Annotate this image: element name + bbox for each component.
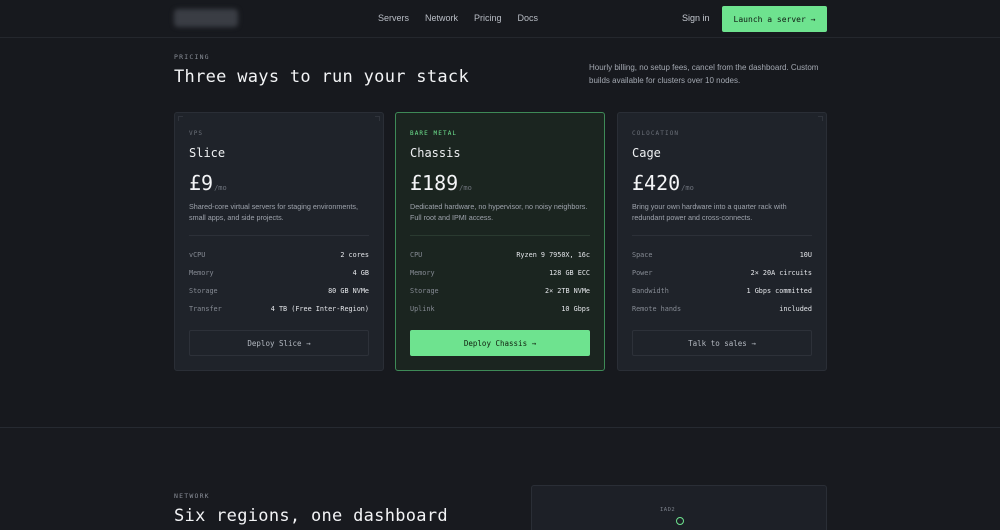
plan-name: Slice <box>189 146 226 160</box>
spec-row: Power 2× 20A circuits <box>632 267 812 279</box>
spec-key: Remote hands <box>632 305 682 313</box>
deploy-chassis-button[interactable]: Deploy Chassis → <box>410 330 590 356</box>
spec-key: Transfer <box>189 305 222 313</box>
nav-link-servers[interactable]: Servers <box>378 13 409 23</box>
plan-card-slice: VPS Slice £9/mo Shared-core virtual serv… <box>174 112 384 371</box>
spec-key: Space <box>632 251 653 259</box>
plan-card-chassis: BARE METAL Chassis £189/mo Dedicated har… <box>395 112 605 371</box>
sign-in-link[interactable]: Sign in <box>682 13 710 23</box>
spec-key: Storage <box>189 287 218 295</box>
spec-row: Space 10U <box>632 249 812 261</box>
network-title: Six regions, one dashboard <box>174 506 448 526</box>
spec-key: Memory <box>410 269 435 277</box>
spec-key: Uplink <box>410 305 435 313</box>
plan-price-value: £9 <box>189 171 214 195</box>
plan-tag: COLOCATION <box>632 130 680 137</box>
network-section <box>0 428 1000 530</box>
spec-row: Bandwidth 1 Gbps committed <box>632 285 812 297</box>
plan-price: £189/mo <box>410 171 472 195</box>
region-map-panel: IAD2 <box>531 485 827 530</box>
spec-row: vCPU 2 cores <box>189 249 369 261</box>
spec-value: 10U <box>799 251 812 259</box>
plan-price-value: £189 <box>410 171 459 195</box>
spec-value: 4 TB (Free Inter-Region) <box>270 305 369 313</box>
card-corner-mark <box>818 116 823 121</box>
nav-link-docs[interactable]: Docs <box>518 13 539 23</box>
nav-link-network[interactable]: Network <box>425 13 458 23</box>
spec-key: Memory <box>189 269 214 277</box>
spec-key: Power <box>632 269 653 277</box>
plan-tag: BARE METAL <box>410 130 458 137</box>
plan-description: Shared-core virtual servers for staging … <box>189 202 358 222</box>
plan-name: Cage <box>632 146 661 160</box>
plan-name: Chassis <box>410 146 461 160</box>
spec-value: 1 Gbps committed <box>746 287 812 295</box>
pricing-eyebrow: PRICING <box>174 53 210 61</box>
plan-price: £9/mo <box>189 171 227 195</box>
network-eyebrow: NETWORK <box>174 492 210 500</box>
spec-value: 2 cores <box>340 251 369 259</box>
spec-row: Remote hands included <box>632 303 812 315</box>
spec-value: Ryzen 9 7950X, 16c <box>516 251 590 259</box>
talk-to-sales-button[interactable]: Talk to sales → <box>632 330 812 356</box>
plan-description: Bring your own hardware into a quarter r… <box>632 202 787 222</box>
nav-links: Servers Network Pricing Docs <box>378 13 554 23</box>
pricing-title: Three ways to run your stack <box>174 67 469 87</box>
plan-price-period: /mo <box>681 184 694 192</box>
plan-description: Dedicated hardware, no hypervisor, no no… <box>410 202 588 222</box>
card-divider <box>632 235 812 236</box>
spec-row: Transfer 4 TB (Free Inter-Region) <box>189 303 369 315</box>
card-divider <box>410 235 590 236</box>
launch-server-button[interactable]: Launch a server → <box>722 6 827 32</box>
spec-key: Storage <box>410 287 439 295</box>
card-corner-mark <box>178 116 183 121</box>
spec-key: Bandwidth <box>632 287 669 295</box>
plan-price-value: £420 <box>632 171 681 195</box>
spec-value: 2× 20A circuits <box>750 269 812 277</box>
plan-price-period: /mo <box>459 184 472 192</box>
plan-card-cage: COLOCATION Cage £420/mo Bring your own h… <box>617 112 827 371</box>
spec-row: CPU Ryzen 9 7950X, 16c <box>410 249 590 261</box>
plan-price: £420/mo <box>632 171 694 195</box>
region-label: IAD2 <box>660 507 676 513</box>
spec-row: Memory 128 GB ECC <box>410 267 590 279</box>
deploy-slice-button[interactable]: Deploy Slice → <box>189 330 369 356</box>
plan-price-period: /mo <box>214 184 227 192</box>
pricing-note: Hourly billing, no setup fees, cancel fr… <box>589 63 819 85</box>
spec-row: Storage 2× 2TB NVMe <box>410 285 590 297</box>
spec-value: 80 GB NVMe <box>328 287 369 295</box>
spec-key: CPU <box>410 251 423 259</box>
card-corner-mark <box>375 116 380 121</box>
region-marker-icon[interactable] <box>676 517 684 525</box>
spec-value: 128 GB ECC <box>549 269 590 277</box>
nav-link-pricing[interactable]: Pricing <box>474 13 502 23</box>
spec-row: Storage 80 GB NVMe <box>189 285 369 297</box>
logo[interactable] <box>174 9 238 27</box>
card-divider <box>189 235 369 236</box>
plan-tag: VPS <box>189 130 204 137</box>
spec-row: Uplink 10 Gbps <box>410 303 590 315</box>
top-nav: Servers Network Pricing Docs Sign in Lau… <box>0 0 1000 38</box>
spec-row: Memory 4 GB <box>189 267 369 279</box>
spec-value: 4 GB <box>352 269 369 277</box>
spec-key: vCPU <box>189 251 206 259</box>
spec-value: included <box>779 305 812 313</box>
spec-value: 2× 2TB NVMe <box>544 287 590 295</box>
spec-value: 10 Gbps <box>561 305 590 313</box>
